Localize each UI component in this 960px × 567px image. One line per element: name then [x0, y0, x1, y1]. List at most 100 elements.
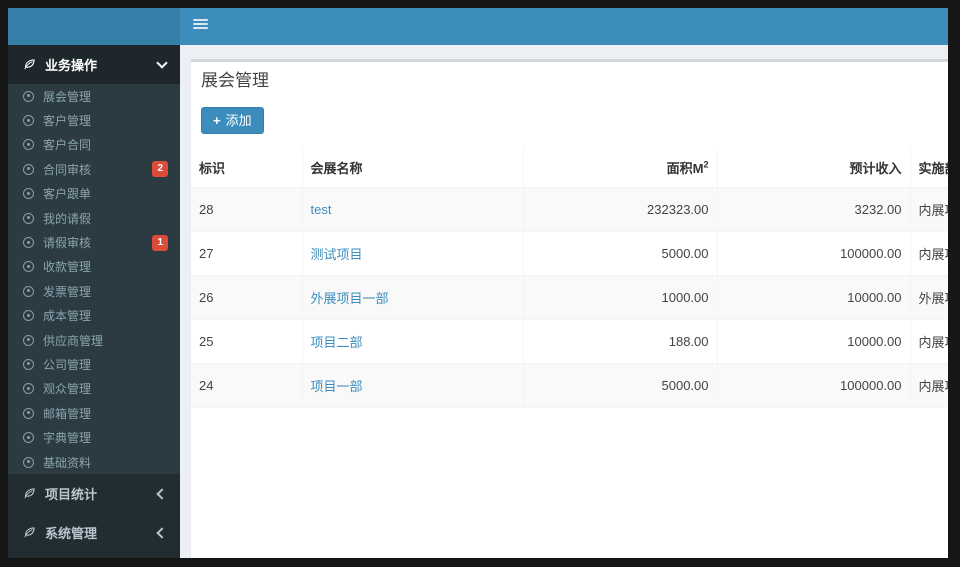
sidebar-item[interactable]: 请假审核 1: [8, 230, 180, 254]
sidebar-item[interactable]: 展会管理: [8, 84, 180, 108]
sidebar-item-label: 供应商管理: [43, 333, 104, 348]
exhibition-name-link[interactable]: 项目二部: [311, 335, 363, 350]
cell-income: 100000.00: [717, 363, 911, 408]
sidebar-item-label: 基础资料: [43, 455, 92, 470]
cell-name: test: [302, 187, 524, 232]
cell-id: 24: [191, 363, 303, 408]
sidebar-section-system-management[interactable]: 系统管理: [8, 513, 180, 552]
dot-circle-icon: [23, 407, 34, 419]
table-row: 24 项目一部 5000.00 100000.00 内展项目: [191, 363, 948, 408]
content-area: 展会管理 + 添加 标识 会展名称 面积M2 预计收入 实施部门: [180, 45, 948, 558]
hamburger-icon[interactable]: [193, 19, 208, 33]
cell-department: 内展项目: [910, 319, 948, 364]
box-header: 展会管理: [191, 62, 948, 99]
sidebar-item[interactable]: 收款管理: [8, 255, 180, 279]
dot-circle-icon: [23, 310, 34, 322]
sidebar-item[interactable]: 邮箱管理: [8, 401, 180, 425]
sidebar-item-label: 客户管理: [43, 114, 92, 129]
sidebar: 业务操作 展会管理 客户管理 客户合同 合同审核 2 客户跟单 我的请假 请假审…: [8, 45, 180, 558]
cell-area: 5000.00: [523, 363, 718, 408]
sidebar-item-label: 请假审核: [43, 236, 92, 251]
sidebar-item[interactable]: 字典管理: [8, 425, 180, 449]
column-header-name: 会展名称: [302, 148, 524, 188]
dot-circle-icon: [23, 90, 34, 102]
cell-department: 内展项目: [910, 363, 948, 408]
dot-circle-icon: [23, 358, 34, 370]
cell-area: 1000.00: [523, 275, 718, 320]
sidebar-item[interactable]: 成本管理: [8, 304, 180, 328]
sidebar-item[interactable]: 公司管理: [8, 352, 180, 376]
cell-department: 外展项目: [910, 275, 948, 320]
cell-id: 26: [191, 275, 303, 320]
table-row: 27 测试项目 5000.00 100000.00 内展项目: [191, 231, 948, 276]
chevron-left-icon: [156, 488, 168, 500]
dot-circle-icon: [23, 139, 34, 151]
dot-circle-icon: [23, 383, 34, 395]
exhibition-name-link[interactable]: 测试项目: [311, 247, 363, 262]
add-button-label: 添加: [225, 113, 252, 128]
sidebar-item[interactable]: 客户管理: [8, 108, 180, 132]
dot-circle-icon: [23, 212, 34, 224]
cell-income: 3232.00: [717, 187, 911, 232]
chevron-left-icon: [156, 527, 168, 539]
cell-name: 测试项目: [302, 231, 524, 276]
box-toolbar: + 添加: [191, 99, 948, 134]
sidebar-item[interactable]: 客户跟单: [8, 182, 180, 206]
table-row: 25 项目二部 188.00 10000.00 内展项目: [191, 319, 948, 364]
cell-id: 28: [191, 187, 303, 232]
plus-icon: +: [213, 113, 221, 128]
sidebar-section-label: 项目统计: [45, 487, 98, 503]
sidebar-item[interactable]: 我的请假: [8, 206, 180, 230]
leaf-icon: [22, 487, 36, 501]
sidebar-item-label: 合同审核: [43, 162, 92, 177]
column-header-income: 预计收入: [717, 148, 911, 188]
cell-id: 27: [191, 231, 303, 276]
table-row: 26 外展项目一部 1000.00 10000.00 外展项目: [191, 275, 948, 320]
cell-area: 5000.00: [523, 231, 718, 276]
dot-circle-icon: [23, 237, 34, 249]
sidebar-item-label: 字典管理: [43, 431, 92, 446]
sidebar-item-label: 客户跟单: [43, 187, 92, 202]
add-button[interactable]: + 添加: [201, 107, 264, 134]
dot-circle-icon: [23, 188, 34, 200]
dot-circle-icon: [23, 285, 34, 297]
top-navbar: [180, 8, 948, 45]
sidebar-item[interactable]: 客户合同: [8, 133, 180, 157]
exhibition-name-link[interactable]: test: [311, 202, 332, 217]
exhibition-name-link[interactable]: 项目一部: [311, 379, 363, 394]
sidebar-item-label: 成本管理: [43, 309, 92, 324]
cell-area: 232323.00: [523, 187, 718, 232]
exhibition-table: 标识 会展名称 面积M2 预计收入 实施部门 28 test 232323.00: [191, 148, 948, 408]
cell-income: 10000.00: [717, 319, 911, 364]
dot-circle-icon: [23, 115, 34, 127]
dot-circle-icon: [23, 456, 34, 468]
cell-name: 项目一部: [302, 363, 524, 408]
chevron-down-icon: [156, 57, 168, 69]
sidebar-item[interactable]: 供应商管理: [8, 328, 180, 352]
sidebar-item[interactable]: 合同审核 2: [8, 157, 180, 181]
sidebar-item-label: 收款管理: [43, 260, 92, 275]
column-header-area: 面积M2: [523, 148, 718, 188]
sidebar-section-project-statistics[interactable]: 项目统计: [8, 474, 180, 513]
cell-department: 内展项目: [910, 187, 948, 232]
table-header-row: 标识 会展名称 面积M2 预计收入 实施部门: [191, 148, 948, 188]
browser-viewport: 业务操作 展会管理 客户管理 客户合同 合同审核 2 客户跟单 我的请假 请假审…: [8, 8, 948, 558]
sidebar-section-label: 业务操作: [45, 58, 98, 73]
table-row: 28 test 232323.00 3232.00 内展项目: [191, 187, 948, 232]
column-header-id: 标识: [191, 148, 303, 188]
cell-department: 内展项目: [910, 231, 948, 276]
sidebar-item-label: 发票管理: [43, 284, 92, 299]
sidebar-item[interactable]: 发票管理: [8, 279, 180, 303]
sidebar-item-label: 邮箱管理: [43, 406, 92, 421]
cell-name: 外展项目一部: [302, 275, 524, 320]
page-title: 展会管理: [201, 71, 269, 90]
exhibition-name-link[interactable]: 外展项目一部: [311, 291, 389, 306]
leaf-icon: [22, 58, 36, 72]
sidebar-item[interactable]: 基础资料: [8, 450, 180, 474]
content-box: 展会管理 + 添加 标识 会展名称 面积M2 预计收入 实施部门: [191, 59, 948, 558]
cell-id: 25: [191, 319, 303, 364]
dot-circle-icon: [23, 334, 34, 346]
sidebar-item[interactable]: 观众管理: [8, 377, 180, 401]
dot-circle-icon: [23, 261, 34, 273]
sidebar-section-business-operations[interactable]: 业务操作: [8, 45, 180, 84]
